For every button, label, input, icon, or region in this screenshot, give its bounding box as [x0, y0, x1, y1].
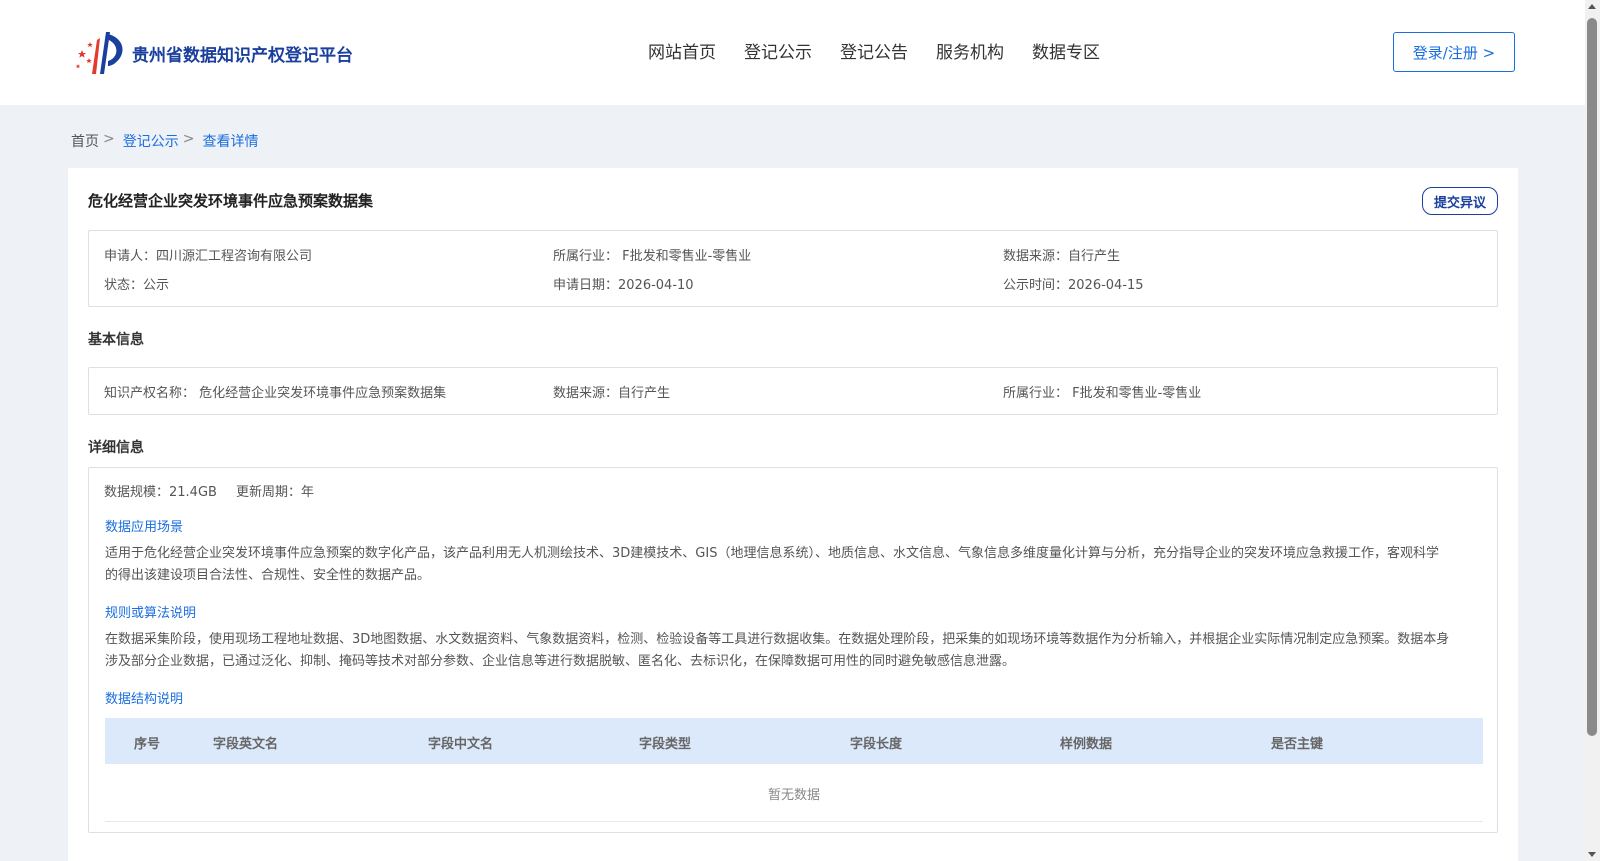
status-field: 状态：公示 [104, 278, 170, 293]
site-title: 贵州省数据知识产权登记平台 [132, 45, 353, 66]
detail-card: 危化经营企业突发环境事件应急预案数据集 提交异议 申请人：四川源汇工程咨询有限公… [68, 168, 1518, 861]
main-nav: 网站首页 登记公示 登记公告 服务机构 数据专区 [648, 38, 1128, 63]
page-scrollbar[interactable] [1585, 0, 1600, 861]
nav-registration-publicity[interactable]: 登记公示 [744, 38, 812, 63]
dataset-title: 危化经营企业突发环境事件应急预案数据集 [88, 192, 374, 210]
table-bottom-divider [105, 821, 1483, 822]
site-logo[interactable]: 贵州省数据知识产权登记平台 [70, 28, 353, 78]
applicant-field: 申请人：四川源汇工程咨询有限公司 [104, 249, 313, 264]
nav-registration-announcement[interactable]: 登记公告 [840, 38, 908, 63]
col-field-english-name: 字段英文名 [213, 737, 279, 752]
col-index: 序号 [134, 737, 161, 752]
platform-logo-icon [75, 32, 123, 74]
summary-box: 申请人：四川源汇工程咨询有限公司 所属行业： F批发和零售业-零售业 数据来源：… [88, 230, 1498, 307]
ip-name-field: 知识产权名称： 危化经营企业突发环境事件应急预案数据集 [104, 386, 447, 401]
data-source-field: 数据来源：自行产生 [1003, 249, 1121, 264]
data-scale-field: 数据规模：21.4GB [104, 485, 217, 500]
basic-info-heading: 基本信息 [88, 332, 144, 348]
breadcrumb-separator: > [182, 131, 195, 147]
breadcrumb: 首页 > 登记公示 > 查看详情 [71, 131, 258, 151]
nav-data-zone[interactable]: 数据专区 [1032, 38, 1100, 63]
structure-table-header: 序号 字段英文名 字段中文名 字段类型 字段长度 样例数据 是否主键 [105, 718, 1483, 764]
rules-algorithm-heading: 规则或算法说明 [105, 606, 197, 621]
breadcrumb-view-details: 查看详情 [202, 134, 259, 150]
breadcrumb-separator: > [103, 131, 115, 147]
nav-service-agencies[interactable]: 服务机构 [936, 38, 1004, 63]
detailed-info-box: 数据规模：21.4GB 更新周期：年 数据应用场景 适用于危化经营企业突发环境事… [88, 467, 1498, 833]
basic-industry-field: 所属行业： F批发和零售业-零售业 [1003, 386, 1202, 401]
basic-data-source-field: 数据来源：自行产生 [553, 386, 671, 401]
scroll-down-arrow-icon[interactable] [1588, 852, 1596, 857]
submit-objection-button[interactable]: 提交异议 [1422, 187, 1498, 215]
col-is-primary-key: 是否主键 [1271, 737, 1324, 752]
col-field-type: 字段类型 [639, 737, 692, 752]
rules-algorithm-text: 在数据采集阶段，使用现场工程地址数据、3D地图数据、水文数据资料、气象数据资料，… [105, 632, 1450, 669]
data-structure-heading: 数据结构说明 [105, 692, 184, 707]
basic-info-box: 知识产权名称： 危化经营企业突发环境事件应急预案数据集 数据来源：自行产生 所属… [88, 367, 1498, 415]
breadcrumb-home[interactable]: 首页 [71, 131, 99, 151]
publish-time-field: 公示时间：2026-04-15 [1003, 278, 1144, 293]
application-scenario-heading: 数据应用场景 [105, 520, 184, 535]
login-register-button[interactable]: 登录/注册 > [1393, 32, 1515, 72]
scroll-up-arrow-icon[interactable] [1588, 4, 1596, 9]
table-empty-state: 暂无数据 [767, 788, 820, 803]
industry-field: 所属行业： F批发和零售业-零售业 [553, 249, 752, 264]
breadcrumb-registration-publicity[interactable]: 登记公示 [123, 131, 179, 151]
col-field-length: 字段长度 [850, 737, 903, 752]
col-field-chinese-name: 字段中文名 [428, 737, 494, 752]
scroll-thumb[interactable] [1587, 18, 1597, 736]
nav-home[interactable]: 网站首页 [648, 38, 716, 63]
site-header: 贵州省数据知识产权登记平台 网站首页 登记公示 登记公告 服务机构 数据专区 登… [0, 0, 1585, 105]
apply-date-field: 申请日期：2026-04-10 [553, 278, 694, 293]
detailed-info-heading: 详细信息 [88, 440, 144, 456]
col-sample-data: 样例数据 [1060, 737, 1113, 752]
application-scenario-text: 适用于危化经营企业突发环境事件应急预案的数字化产品，该产品利用无人机测绘技术、3… [105, 546, 1439, 583]
update-cycle-field: 更新周期：年 [236, 485, 315, 500]
